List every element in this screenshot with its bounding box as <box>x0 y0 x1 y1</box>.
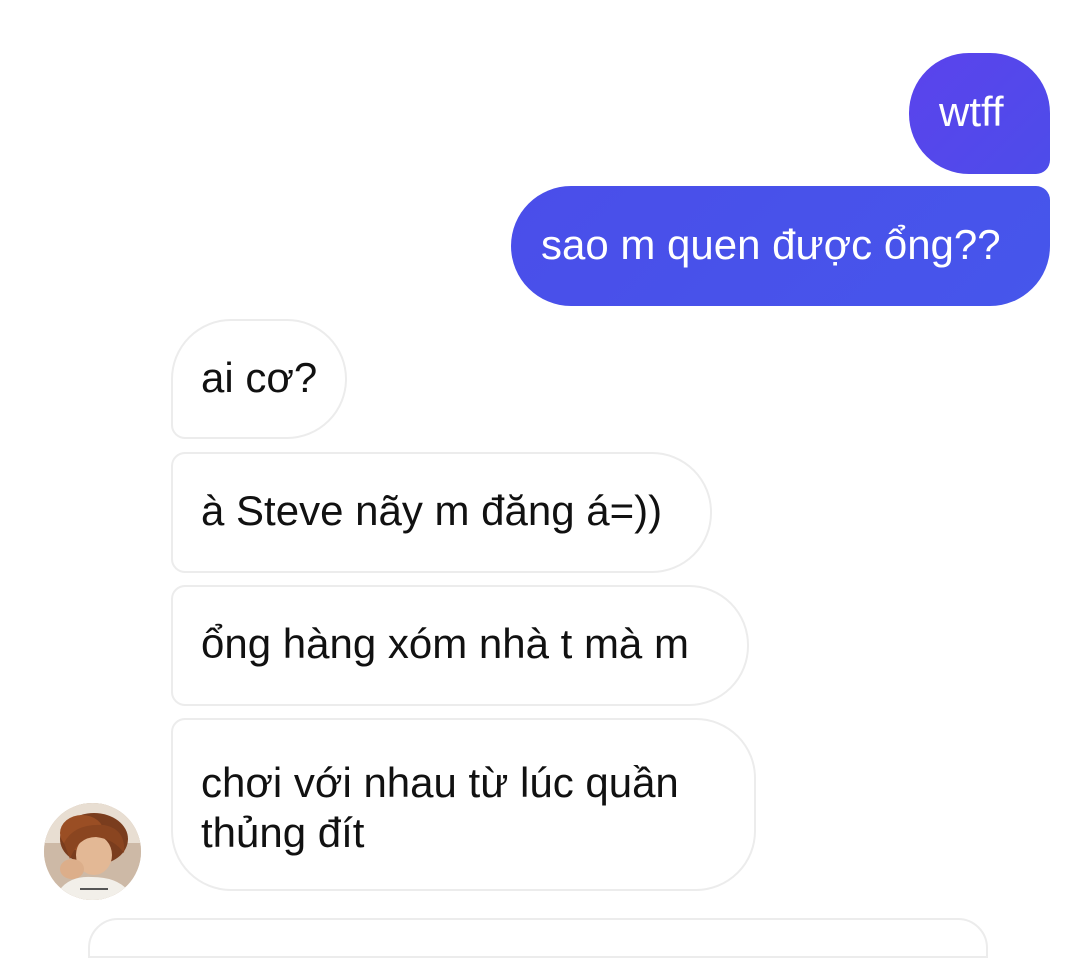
message-text: chơi với nhau từ lúc quần thủng đít <box>201 759 679 856</box>
message-text: à Steve nãy m đăng á=)) <box>201 487 663 534</box>
message-text: sao m quen được ổng?? <box>541 221 1001 268</box>
avatar-photo-icon <box>44 803 141 900</box>
composer-bar <box>88 918 988 958</box>
contact-avatar[interactable] <box>44 803 141 900</box>
message-text: ai cơ? <box>201 354 318 401</box>
received-message-bubble[interactable]: à Steve nãy m đăng á=)) <box>171 452 712 573</box>
sent-message-bubble[interactable]: sao m quen được ổng?? <box>511 186 1050 306</box>
received-message-bubble[interactable]: ổng hàng xóm nhà t mà m <box>171 585 749 706</box>
received-message-bubble[interactable]: ai cơ? <box>171 319 347 439</box>
message-text: ổng hàng xóm nhà t mà m <box>201 620 689 667</box>
sent-message-bubble[interactable]: wtff <box>909 53 1050 174</box>
received-message-bubble[interactable]: chơi với nhau từ lúc quần thủng đít <box>171 718 756 891</box>
message-text: wtff <box>939 88 1004 135</box>
